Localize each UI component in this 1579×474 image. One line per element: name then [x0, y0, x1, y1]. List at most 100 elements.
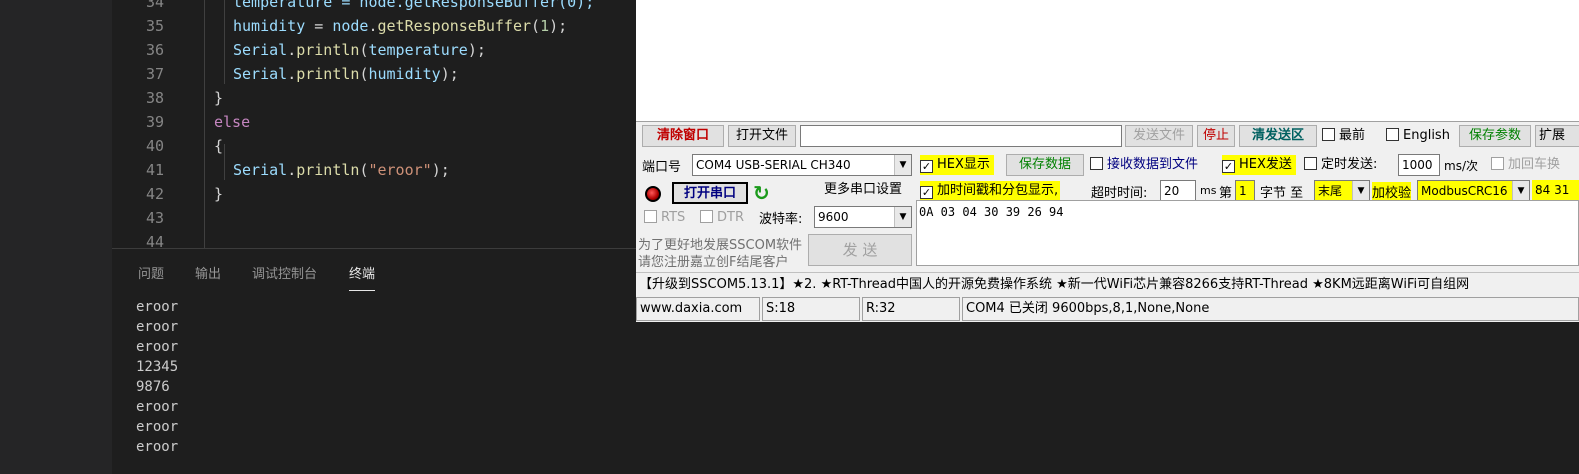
- code-token: "eroor": [368, 161, 432, 179]
- code-line[interactable]: 42}: [112, 182, 636, 206]
- stop-button[interactable]: 停止: [1197, 125, 1235, 147]
- code-token: 1: [540, 17, 550, 35]
- chevron-down-icon: ▼: [894, 155, 911, 175]
- port-select[interactable]: COM4 USB-SERIAL CH340 ▼: [692, 154, 912, 176]
- refresh-icon[interactable]: ↻: [753, 181, 770, 205]
- hex-send-checkbox[interactable]: ✓ HEX发送: [1222, 155, 1296, 175]
- code-line[interactable]: 40 {: [112, 134, 636, 158]
- baud-select[interactable]: 9600 ▼: [814, 206, 912, 228]
- checksum-value: ModbusCRC16: [1421, 184, 1508, 198]
- checkbox-box: ✓: [920, 186, 933, 199]
- code-line[interactable]: 44: [112, 230, 636, 248]
- bottom-panel: 问题 输出 调试控制台 终端 eroor eroor eroor 12345 9876 e…: [112, 248, 636, 474]
- send-button[interactable]: 发 送: [808, 234, 912, 266]
- line-number: 39: [145, 113, 164, 131]
- code-token: println: [296, 41, 360, 59]
- checkbox-box: [1386, 128, 1399, 141]
- code-token: temperature = node.getResponseBuffer(0);: [233, 0, 595, 11]
- send-file-button[interactable]: 发送文件: [1125, 125, 1193, 147]
- code-line[interactable]: 35 humidity = node.getResponseBuffer(1);: [112, 14, 636, 38]
- more-port-settings-button[interactable]: 更多串口设置: [814, 180, 912, 202]
- checkbox-box: [1090, 157, 1103, 170]
- checkbox-box: [700, 210, 713, 223]
- code-text: humidity = node.getResponseBuffer(1);: [233, 14, 567, 38]
- file-path-input[interactable]: [800, 125, 1122, 147]
- checkbox-box: [1304, 157, 1317, 170]
- terminal-line: eroor: [136, 299, 179, 315]
- activity-sidebar: [0, 0, 112, 474]
- code-token: }: [214, 89, 224, 107]
- save-data-button[interactable]: 保存数据: [1006, 154, 1084, 176]
- terminal-line: eroor: [136, 419, 179, 435]
- english-checkbox[interactable]: English: [1386, 126, 1450, 146]
- code-line[interactable]: 39 else: [112, 110, 636, 134]
- timestamp-checkbox[interactable]: ✓ 加时间戳和分包显示,: [920, 181, 1061, 201]
- receive-area[interactable]: [636, 0, 1579, 122]
- code-line[interactable]: 38}: [112, 86, 636, 110]
- line-number: 43: [145, 209, 164, 227]
- code-token: node: [332, 17, 369, 35]
- open-port-button[interactable]: 打开串口: [672, 182, 748, 204]
- code-line[interactable]: 36 Serial.println(temperature);: [112, 38, 636, 62]
- clear-window-button[interactable]: 清除窗口: [642, 125, 724, 147]
- line-number: 34: [145, 0, 164, 11]
- code-token: (: [531, 17, 541, 35]
- promo-line-2[interactable]: 请您注册嘉立创F结尾客户: [638, 251, 788, 270]
- checksum-select[interactable]: ModbusCRC16 ▼: [1417, 180, 1530, 202]
- clear-send-button[interactable]: 清发送区: [1239, 125, 1317, 147]
- code-editor[interactable]: 34 temperature = node.getResponseBuffer(0…: [112, 0, 636, 248]
- checkbox-box: ✓: [920, 160, 933, 173]
- tab-debug-console[interactable]: 调试控制台: [252, 263, 317, 282]
- chevron-down-icon: ▼: [1512, 181, 1529, 201]
- crc-result-field: 84 31: [1532, 180, 1579, 202]
- hex-send-label: HEX发送: [1239, 157, 1292, 172]
- port-label: 端口号: [642, 160, 682, 175]
- save-params-button[interactable]: 保存参数: [1459, 125, 1531, 147]
- code-token: );: [440, 65, 459, 83]
- code-line[interactable]: 37 Serial.println(humidity);: [112, 62, 636, 86]
- send-data-input[interactable]: 0A 03 04 30 39 26 94: [916, 200, 1579, 266]
- code-token: .: [368, 17, 378, 35]
- code-line[interactable]: 34 temperature = node.getResponseBuffer(0…: [112, 0, 636, 14]
- code-token: );: [467, 41, 486, 59]
- dtr-checkbox[interactable]: DTR: [700, 208, 744, 228]
- byte-to-select[interactable]: 末尾 ▼: [1314, 180, 1370, 202]
- timed-send-checkbox[interactable]: 定时发送:: [1304, 155, 1377, 175]
- code-token: );: [549, 17, 568, 35]
- byte-from-input[interactable]: 1: [1235, 180, 1255, 202]
- tab-output[interactable]: 输出: [195, 263, 221, 282]
- code-line[interactable]: 41 Serial.println("eroor");: [112, 158, 636, 182]
- line-number: 44: [145, 233, 164, 248]
- byte-to-value: 末尾: [1318, 184, 1343, 198]
- code-text: }: [214, 86, 223, 110]
- terminal-line: eroor: [136, 339, 179, 355]
- rts-checkbox[interactable]: RTS: [644, 208, 685, 228]
- status-recv-count: R:32: [862, 297, 960, 321]
- checkbox-box: [1491, 157, 1504, 170]
- recv-to-file-checkbox[interactable]: 接收数据到文件: [1090, 155, 1198, 175]
- terminal-line: eroor: [136, 319, 179, 335]
- status-website[interactable]: www.daxia.com: [636, 297, 760, 321]
- port-value: COM4 USB-SERIAL CH340: [696, 158, 851, 172]
- code-text: Serial.println(temperature);: [233, 38, 486, 62]
- timed-interval-input[interactable]: 1000: [1398, 154, 1440, 176]
- add-crlf-checkbox[interactable]: 加回车换: [1491, 155, 1560, 175]
- tab-terminal[interactable]: 终端: [349, 263, 376, 291]
- tab-problems[interactable]: 问题: [138, 263, 164, 282]
- open-file-button[interactable]: 打开文件: [728, 125, 796, 147]
- code-token: }: [214, 185, 224, 203]
- topmost-checkbox[interactable]: 最前: [1322, 126, 1365, 146]
- terminal-line: 9876: [136, 379, 170, 395]
- line-number: 42: [145, 185, 164, 203]
- news-marquee[interactable]: 【升级到SSCOM5.13.1】★2. ★RT-Thread中国人的开源免费操作…: [636, 272, 1579, 296]
- hex-display-checkbox[interactable]: ✓ HEX显示: [920, 155, 994, 175]
- expand-button[interactable]: 扩展: [1535, 125, 1579, 147]
- timeout-input[interactable]: 20: [1160, 180, 1196, 202]
- code-line[interactable]: 43: [112, 206, 636, 230]
- timeout-unit: ms: [1200, 184, 1217, 197]
- code-text: Serial.println(humidity);: [233, 62, 459, 86]
- code-token: Serial: [233, 161, 288, 179]
- code-token: {: [214, 137, 224, 155]
- line-number: 41: [145, 161, 164, 179]
- status-sent-count: S:18: [762, 297, 860, 321]
